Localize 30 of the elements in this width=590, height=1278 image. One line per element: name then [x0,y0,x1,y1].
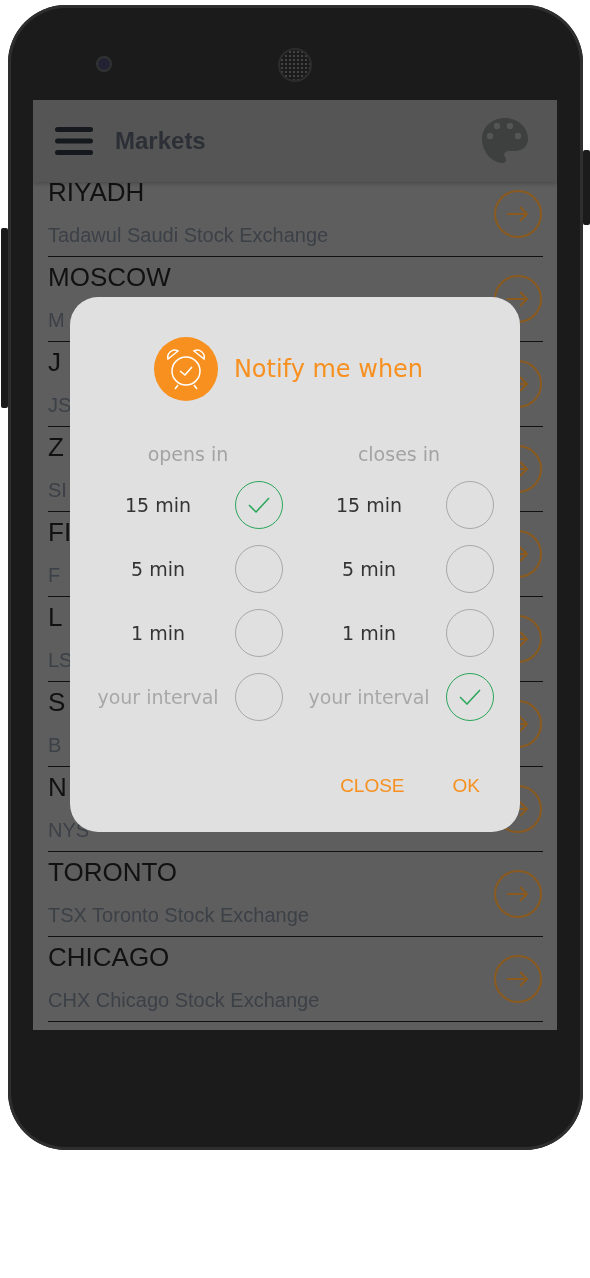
city-name: FI [48,517,72,547]
option-label: 5 min [341,558,397,580]
city-name: J [48,347,61,377]
dialog-button[interactable]: CLOSE [330,767,415,805]
menu-icon[interactable] [55,127,93,155]
column-heading: closes in [357,442,441,467]
dialog-title: Notify me when [233,355,424,383]
speaker-icon [278,48,312,82]
city-name: S [48,687,66,717]
check-icon [459,689,481,705]
option-label: 5 min [130,558,186,580]
check-icon [248,497,270,513]
option-label: your interval [96,686,220,708]
option-label: 15 min [123,494,192,516]
camera-icon [96,56,112,72]
alarm-clock-icon [153,337,218,401]
city-name: MOSCOW [48,262,171,292]
city-name: Z [48,432,64,462]
city-name: L [48,602,63,632]
city-name: N [48,772,67,802]
city-name: RIYADH [48,182,145,207]
city-name: TORONTO [48,857,178,887]
option-label: 1 min [341,622,397,644]
option-label: 15 min [334,494,403,516]
option-label: your interval [307,686,431,708]
palette-icon[interactable] [481,117,529,165]
dialog-button[interactable]: OK [442,767,490,805]
option-label: 1 min [130,622,186,644]
column-heading: opens in [147,442,229,467]
city-name: CHICAGO [48,942,170,972]
